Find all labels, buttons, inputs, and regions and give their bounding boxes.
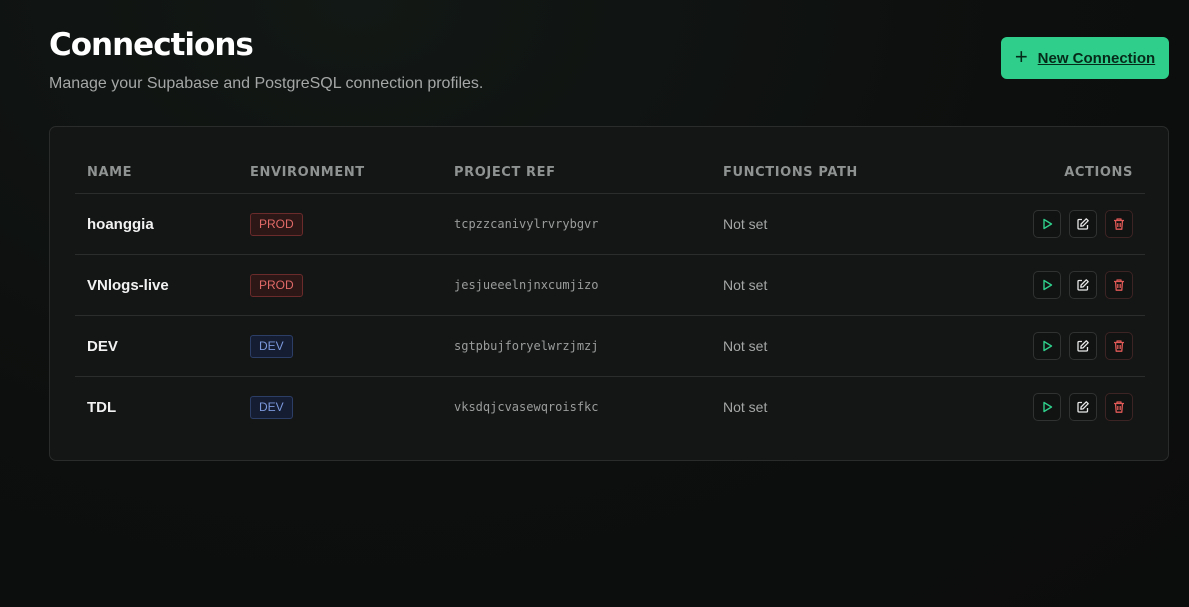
edit-icon [1077,340,1089,352]
project-ref: vksdqjcvasewqroisfkc [454,400,599,414]
environment-cell: PROD [250,255,303,315]
environment-badge: PROD [250,212,303,236]
new-connection-label: New Connection [1037,49,1156,67]
connection-name: VNlogs-live [87,276,169,294]
functions-path: Not set [723,338,768,354]
page-subtitle: Manage your Supabase and PostgreSQL conn… [49,75,484,92]
column-header-actions: ACTIONS [1064,165,1133,180]
row-actions [1033,377,1133,437]
connection-name: hoanggia [87,215,154,233]
edit-icon [1077,401,1089,413]
page-title: Connections [49,27,254,63]
environment-badge: DEV [250,334,293,358]
connections-table: NAME ENVIRONMENT PROJECT REF FUNCTIONS P… [75,157,1145,437]
row-actions [1033,316,1133,376]
trash-icon [1114,279,1124,291]
table-row: hoanggia PROD tcpzzcanivylrvrybgvr Not s… [75,194,1145,255]
functions-path: Not set [723,277,768,293]
project-ref: jesjueeelnjnxcumjizo [454,278,599,292]
project-ref: sgtpbujforyelwrzjmzj [454,339,599,353]
table-row: DEV DEV sgtpbujforyelwrzjmzj Not set [75,316,1145,377]
delete-button[interactable] [1105,210,1133,238]
connection-name: TDL [87,398,117,416]
plus-icon: + [1014,43,1028,69]
trash-icon [1114,340,1124,352]
connection-name: DEV [87,337,118,355]
environment-badge: DEV [250,395,293,419]
edit-button[interactable] [1069,332,1097,360]
trash-icon [1114,401,1124,413]
new-connection-button[interactable]: + New Connection [1001,37,1169,79]
connect-button[interactable] [1033,271,1061,299]
connect-button[interactable] [1033,393,1061,421]
column-header-functions-path: FUNCTIONS PATH [723,165,858,180]
edit-icon [1077,279,1089,291]
environment-cell: PROD [250,194,303,254]
row-actions [1033,255,1133,315]
environment-cell: DEV [250,377,293,437]
table-header: NAME ENVIRONMENT PROJECT REF FUNCTIONS P… [75,157,1145,194]
functions-path: Not set [723,399,768,415]
project-ref: tcpzzcanivylrvrybgvr [454,217,599,231]
play-icon [1043,218,1053,230]
play-icon [1043,401,1053,413]
functions-path: Not set [723,216,768,232]
edit-button[interactable] [1069,210,1097,238]
play-icon [1043,279,1053,291]
connect-button[interactable] [1033,332,1061,360]
delete-button[interactable] [1105,271,1133,299]
edit-icon [1077,218,1089,230]
row-actions [1033,194,1133,254]
table-row: VNlogs-live PROD jesjueeelnjnxcumjizo No… [75,255,1145,316]
connections-card: NAME ENVIRONMENT PROJECT REF FUNCTIONS P… [49,126,1169,461]
connect-button[interactable] [1033,210,1061,238]
trash-icon [1114,218,1124,230]
environment-badge: PROD [250,273,303,297]
column-header-name: NAME [87,165,133,180]
play-icon [1043,340,1053,352]
table-row: TDL DEV vksdqjcvasewqroisfkc Not set [75,377,1145,437]
connections-page: Connections Manage your Supabase and Pos… [0,0,1189,607]
column-header-environment: ENVIRONMENT [250,165,365,180]
delete-button[interactable] [1105,393,1133,421]
column-header-project-ref: PROJECT REF [454,165,556,180]
environment-cell: DEV [250,316,293,376]
delete-button[interactable] [1105,332,1133,360]
edit-button[interactable] [1069,271,1097,299]
edit-button[interactable] [1069,393,1097,421]
